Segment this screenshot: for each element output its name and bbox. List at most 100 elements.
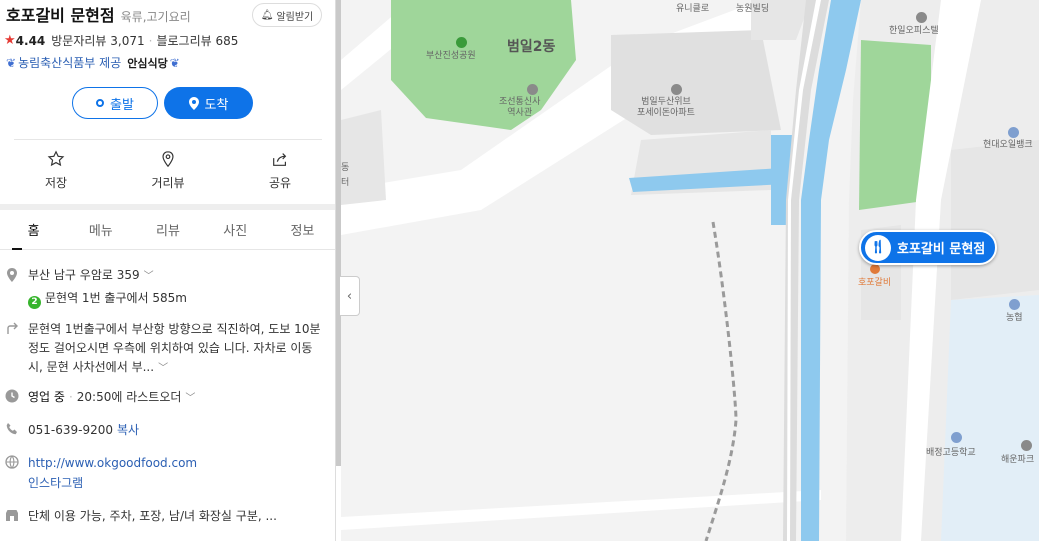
directions-text: 문현역 1번출구에서 부산항 방향으로 직진하여, 도보 10분정도 걸어오시면… <box>28 322 321 374</box>
separator-dot: · <box>148 33 153 48</box>
gas-station-poi-icon[interactable] <box>1008 127 1019 138</box>
address-row: 부산 남구 우암로 359 ﹀ 2 문현역 1번 출구에서 585m <box>0 266 335 309</box>
arrive-label: 도착 <box>204 97 229 113</box>
safe-restaurant-badge[interactable]: ❦ 농림축산식품부 제공 안심식당 ❦ <box>4 54 182 71</box>
hours-status: 영업 중 <box>28 390 65 404</box>
map-label-left-edge: 동 <box>341 163 350 173</box>
map-label-beomil2dong: 범일2동 <box>507 39 556 55</box>
divider <box>14 139 322 140</box>
map-label-uniqlo: 유니클로 <box>676 4 710 14</box>
address-line[interactable]: 부산 남구 우암로 359 ﹀ <box>28 266 326 286</box>
origin-ring-icon <box>96 99 105 107</box>
subway-line: 2 문현역 1번 출구에서 585m <box>28 289 326 309</box>
copy-phone-button[interactable]: 복사 <box>117 423 139 437</box>
badge-text: 농림축산식품부 제공 <box>18 56 122 70</box>
laurel-right-icon: ❦ <box>169 55 180 70</box>
map-label-apartment: 범일두산위브 포세이돈아파트 <box>637 97 695 118</box>
address-text: 부산 남구 우암로 359 <box>28 268 140 282</box>
subway-text: 문현역 1번 출구에서 585m <box>45 291 187 305</box>
chevron-left-icon: ‹ <box>346 288 353 304</box>
chevron-down-icon: ﹀ <box>158 363 169 374</box>
share-icon <box>273 153 287 166</box>
map-label-hyundai-oil: 현대오일뱅크 <box>983 140 1033 150</box>
hours-block[interactable]: 영업 중 · 20:50에 라스트오더 ﹀ <box>28 388 326 408</box>
turn-arrow-icon <box>7 322 18 334</box>
amenities-row: 단체 이용 가능, 주차, 포장, 남/녀 화장실 구분, ... <box>0 507 335 527</box>
fork-knife-icon: 🍴︎ <box>865 234 891 261</box>
alarm-button[interactable]: 🔔︎ 알림받기 <box>252 3 322 27</box>
visitor-reviews-link[interactable]: 방문자리뷰 3,071 <box>51 32 144 49</box>
star-outline-icon <box>47 150 65 167</box>
star-icon: ★ <box>4 33 16 48</box>
globe-icon <box>5 455 19 469</box>
map-canvas[interactable]: 유니클로 농원빌딩 한일오피스텔 부산진성공원 범일2동 조선통신사 역사관 범일… <box>341 0 1039 541</box>
clock-icon <box>5 389 19 403</box>
bell-icon: 🔔︎ <box>260 9 274 21</box>
phone-row: 051-639-9200 복사 <box>0 421 335 441</box>
building-poi-icon[interactable] <box>1021 440 1032 451</box>
tab-info[interactable]: 정보 <box>269 214 335 249</box>
restaurant-poi-icon[interactable] <box>870 264 880 274</box>
depart-label: 출발 <box>110 97 134 113</box>
tab-review[interactable]: 리뷰 <box>134 214 201 249</box>
rating-value: 4.44 <box>15 33 46 48</box>
office-poi-icon[interactable] <box>916 12 927 23</box>
place-marker[interactable]: 🍴︎ 호포갈비 문현점 <box>859 230 998 265</box>
rating-row: ★ 4.44 방문자리뷰 3,071 · 블로그리뷰 685 <box>4 32 238 49</box>
map-label-park: 부산진성공원 <box>426 51 476 61</box>
blog-reviews-link[interactable]: 블로그리뷰 685 <box>156 32 238 49</box>
bank-poi-icon[interactable] <box>1009 299 1020 310</box>
depart-button[interactable]: 출발 <box>72 87 158 119</box>
hours-row: 영업 중 · 20:50에 라스트오더 ﹀ <box>0 388 335 408</box>
address-block: 부산 남구 우암로 359 ﹀ 2 문현역 1번 출구에서 585m <box>28 266 326 309</box>
place-marker-label: 호포갈비 문현점 <box>897 242 986 257</box>
location-icon <box>7 268 17 282</box>
collapse-panel-button[interactable]: ‹ <box>340 276 360 316</box>
place-panel: 호포갈비 문현점 육류,고기요리 🔔︎ 알림받기 ★ 4.44 방문자리뷰 3,… <box>0 0 336 541</box>
map-label-hanil-office: 한일오피스텔 <box>889 26 939 36</box>
store-icon <box>6 510 18 521</box>
alarm-label: 알림받기 <box>276 11 314 23</box>
tab-photo[interactable]: 사진 <box>202 214 269 249</box>
website-block: http://www.okgoodfood.com 인스타그램 <box>28 454 326 493</box>
chevron-down-icon: ﹀ <box>143 271 154 282</box>
location-pin-outline-icon <box>162 151 174 168</box>
laurel-left-icon: ❦ <box>6 55 17 70</box>
share-button[interactable]: 공유 <box>224 146 335 198</box>
map-label-hopo: 호포갈비 <box>858 278 892 288</box>
school-poi-icon[interactable] <box>951 432 962 443</box>
park-poi-icon[interactable] <box>456 37 467 48</box>
tab-bar: 홈 메뉴 리뷰 사진 정보 <box>0 214 335 250</box>
apartment-poi-icon[interactable] <box>671 84 682 95</box>
separator-dot: · <box>68 390 73 404</box>
amenities-text[interactable]: 단체 이용 가능, 주차, 포장, 남/녀 화장실 구분, ... <box>28 507 326 526</box>
subway-line-badge: 2 <box>28 296 41 309</box>
tab-home[interactable]: 홈 <box>0 214 67 250</box>
destination-pin-icon <box>188 96 199 110</box>
website-link[interactable]: http://www.okgoodfood.com <box>28 454 326 473</box>
phone-number[interactable]: 051-639-9200 <box>28 423 113 437</box>
tab-menu[interactable]: 메뉴 <box>67 214 134 249</box>
share-label: 공유 <box>268 176 292 190</box>
chevron-down-icon: ﹀ <box>185 393 196 404</box>
map-background <box>341 0 1039 541</box>
badge-strong: 안심식당 <box>127 56 168 70</box>
phone-block: 051-639-9200 복사 <box>28 421 326 440</box>
place-title-row: 호포갈비 문현점 육류,고기요리 <box>6 2 191 26</box>
map-label-nonghyup: 농협 <box>1006 313 1023 323</box>
save-label: 저장 <box>44 176 68 190</box>
save-button[interactable]: 저장 <box>0 146 112 198</box>
website-row: http://www.okgoodfood.com 인스타그램 <box>0 454 335 494</box>
place-name[interactable]: 호포갈비 문현점 <box>6 2 115 26</box>
arrive-button[interactable]: 도착 <box>164 87 253 119</box>
map-label-nongwon: 농원빌딩 <box>736 4 770 14</box>
street-view-button[interactable]: 거리뷰 <box>112 146 224 198</box>
directions-block[interactable]: 문현역 1번출구에서 부산항 방향으로 직진하여, 도보 10분정도 걸어오시면… <box>28 320 326 378</box>
map-label-joseon: 조선통신사 역사관 <box>499 97 541 118</box>
street-view-label: 거리뷰 <box>151 176 185 190</box>
museum-poi-icon[interactable] <box>527 84 538 95</box>
place-category: 육류,고기요리 <box>120 10 191 24</box>
hours-detail: 20:50에 라스트오더 <box>76 390 182 404</box>
map-label-baejeong: 배정고등학교 <box>926 448 976 458</box>
instagram-link[interactable]: 인스타그램 <box>28 474 326 493</box>
